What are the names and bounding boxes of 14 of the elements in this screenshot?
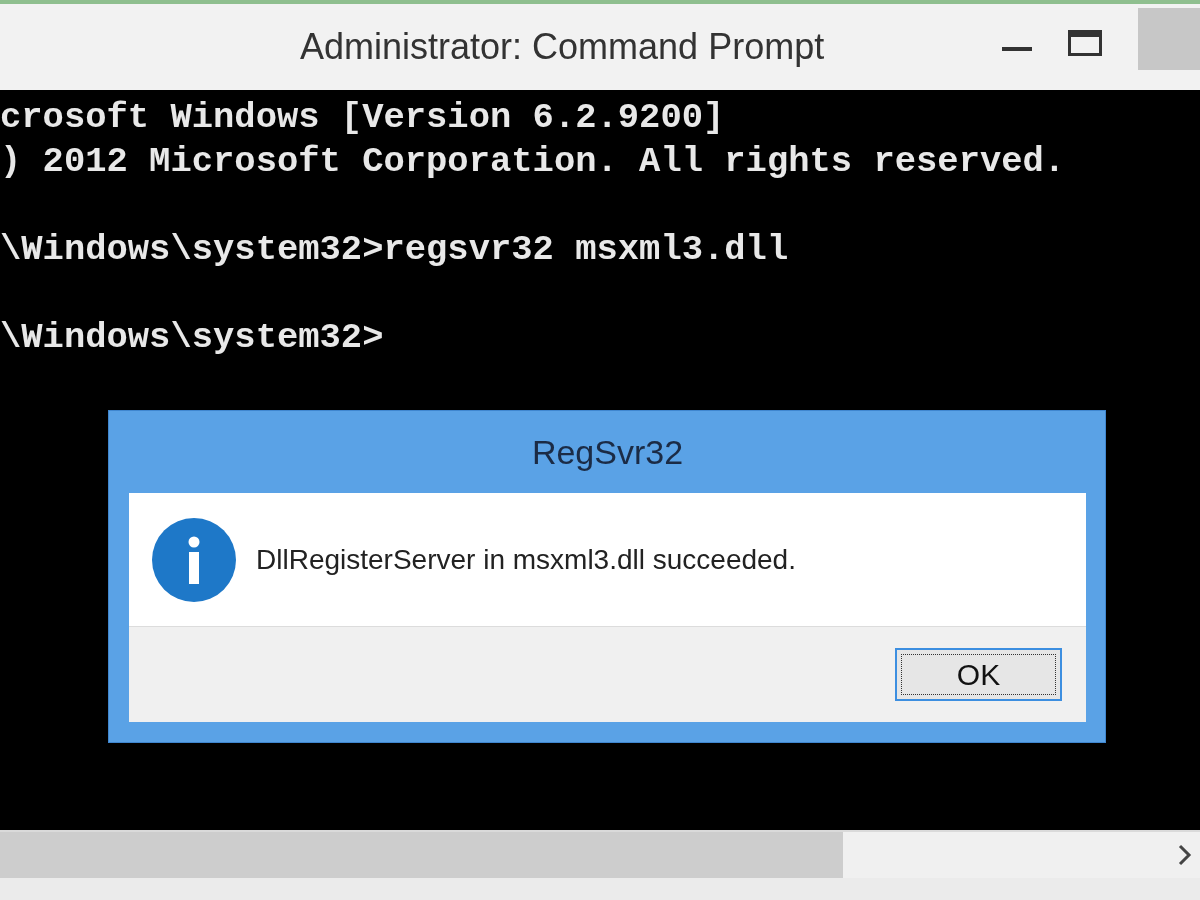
chevron-right-icon[interactable] bbox=[1178, 844, 1192, 866]
info-icon bbox=[152, 517, 236, 602]
console-line: \Windows\system32>regsvr32 msxml3.dll bbox=[0, 228, 790, 272]
horizontal-scrollbar[interactable] bbox=[0, 830, 1200, 878]
console-line: ) 2012 Microsoft Corporation. All rights reserved. bbox=[0, 140, 1067, 184]
console-line: \Windows\system32> bbox=[0, 316, 385, 360]
ok-button[interactable]: OK bbox=[895, 648, 1062, 701]
dialog-title: RegSvr32 bbox=[530, 431, 685, 473]
minimize-icon[interactable] bbox=[1002, 47, 1032, 53]
window-title: Administrator: Command Prompt bbox=[300, 26, 825, 68]
console-line: crosoft Windows [Version 6.2.9200] bbox=[0, 96, 726, 140]
scrollbar-thumb[interactable] bbox=[0, 832, 843, 878]
maximize-icon[interactable] bbox=[1068, 30, 1102, 56]
dialog-message: DllRegisterServer in msxml3.dll succeeded. bbox=[256, 543, 796, 576]
